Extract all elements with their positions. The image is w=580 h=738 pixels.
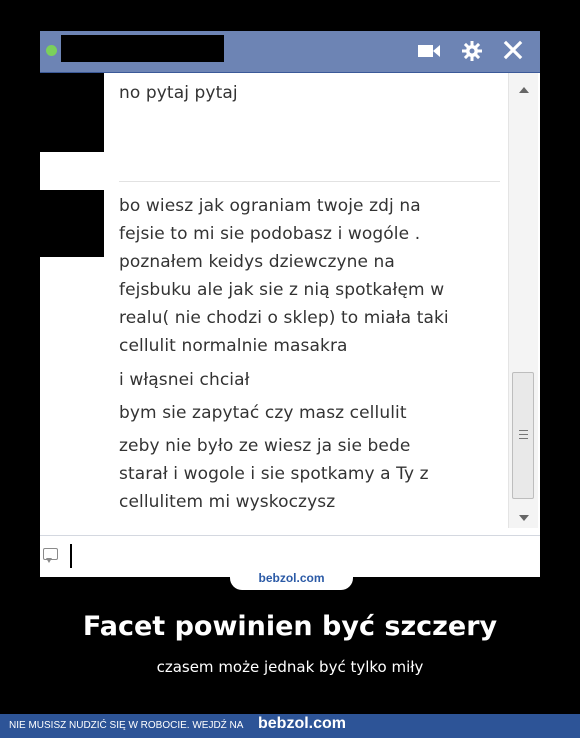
close-icon[interactable]: [500, 39, 526, 63]
message-text: poznałem keidys dziewczyne na: [119, 252, 395, 272]
grip-line: [519, 430, 528, 431]
message-text: no pytaj pytaj: [119, 83, 238, 103]
avatar[interactable]: [40, 73, 104, 152]
chat-scrollbar[interactable]: [508, 73, 538, 528]
message-text: realu( nie chodzi o sklep) to miała taki: [119, 308, 449, 328]
message-text: cellulit normalnie masakra: [119, 336, 348, 356]
scroll-up-arrow-icon[interactable]: [519, 87, 529, 93]
footer-bar[interactable]: NIE MUSISZ NUDZIĆ SIĘ W ROBOCIE. WEJDŹ N…: [0, 714, 580, 738]
poster-title: Facet powinien być szczery: [82, 611, 498, 642]
message-text: i włąsnei chciał: [119, 370, 250, 390]
footer-brand-link[interactable]: bebzol.com: [258, 715, 346, 733]
message-text: bym sie zapytać czy masz cellulit: [119, 403, 407, 423]
online-status-icon: [46, 45, 57, 56]
scroll-down-arrow-icon[interactable]: [519, 515, 529, 521]
chat-window: no pytaj pytaj bo wiesz jak ograniam two…: [40, 31, 540, 577]
chat-bubble-icon: [43, 548, 58, 563]
message-text: fejsie to mi sie podobasz i wogóle .: [119, 224, 421, 244]
grip-line: [519, 438, 528, 439]
redacted-contact-name: [61, 35, 224, 62]
footer-text: NIE MUSISZ NUDZIĆ SIĘ W ROBOCIE. WEJDŹ N…: [9, 720, 244, 731]
poster-subtitle: czasem może jednak być tylko miły: [156, 658, 424, 676]
chat-titlebar[interactable]: [40, 31, 540, 73]
video-camera-icon[interactable]: [416, 39, 442, 63]
grip-line: [519, 434, 528, 435]
message-text: zeby nie było ze wiesz ja sie bede: [119, 436, 411, 456]
gear-icon[interactable]: [459, 39, 485, 63]
watermark-tab: bebzol.com: [230, 567, 353, 590]
message-text: cellulitem mi wyskoczysz: [119, 492, 336, 512]
text-cursor: [70, 544, 72, 568]
avatar[interactable]: [40, 190, 104, 257]
message-text: fejsbuku ale jak sie z nią spotkałęm w: [119, 280, 445, 300]
message-text: bo wiesz jak ograniam twoje zdj na: [119, 196, 421, 216]
message-divider: [119, 181, 500, 182]
message-text: starał i wogole i sie spotkamy a Ty z: [119, 464, 429, 484]
message-list[interactable]: no pytaj pytaj bo wiesz jak ograniam two…: [40, 73, 540, 528]
scrollbar-thumb[interactable]: [512, 372, 534, 499]
